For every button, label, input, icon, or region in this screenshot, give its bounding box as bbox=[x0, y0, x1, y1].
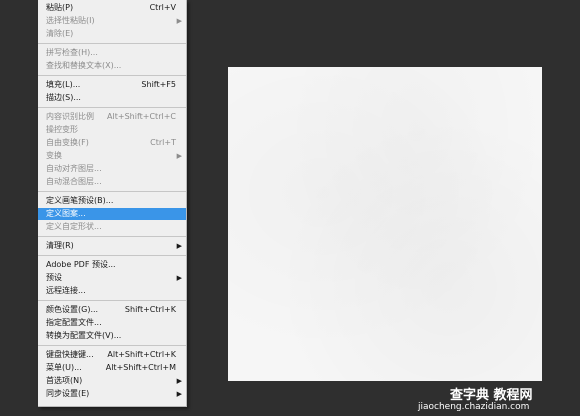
watermark-logo: 查字典 教程网 bbox=[450, 388, 533, 403]
menu-item-shortcut: Shift+F5 bbox=[141, 80, 176, 89]
menu-item-color-settings[interactable]: 颜色设置(G)... Shift+Ctrl+K bbox=[38, 304, 186, 316]
menu-item-paste-special[interactable]: 选择性粘贴(I) ▶ bbox=[38, 15, 186, 27]
menu-item-shortcut: Ctrl+V bbox=[149, 3, 176, 12]
menu-item-label: 操控变形 bbox=[46, 125, 78, 134]
menu-item-shortcut: Alt+Shift+Ctrl+M bbox=[105, 363, 176, 372]
menu-item-fill[interactable]: 填充(L)... Shift+F5 bbox=[38, 79, 186, 91]
menu-item-menus[interactable]: 菜单(U)... Alt+Shift+Ctrl+M bbox=[38, 362, 186, 374]
menu-separator bbox=[38, 75, 186, 76]
submenu-arrow-icon: ▶ bbox=[176, 390, 182, 398]
menu-item-shortcut: Shift+Ctrl+K bbox=[124, 305, 176, 314]
menu-separator bbox=[38, 43, 186, 44]
menu-item-auto-blend-layers[interactable]: 自动混合图层... bbox=[38, 176, 186, 188]
submenu-arrow-icon: ▶ bbox=[176, 377, 182, 385]
menu-separator bbox=[38, 300, 186, 301]
menu-item-label: 粘贴(P) bbox=[46, 3, 74, 12]
menu-item-label: 自动对齐图层... bbox=[46, 164, 102, 173]
menu-separator bbox=[38, 107, 186, 108]
menu-item-presets[interactable]: 预设 ▶ bbox=[38, 272, 186, 284]
menu-item-label: 内容识别比例 bbox=[46, 112, 94, 121]
menu-item-label: 自由变换(F) bbox=[46, 138, 89, 147]
menu-item-transform[interactable]: 变换 ▶ bbox=[38, 150, 186, 162]
menu-item-label: 定义画笔预设(B)... bbox=[46, 196, 114, 205]
menu-item-free-transform[interactable]: 自由变换(F) Ctrl+T bbox=[38, 137, 186, 149]
menu-separator bbox=[38, 236, 186, 237]
menu-item-label: 查找和替换文本(X)... bbox=[46, 61, 122, 70]
menu-item-label: 描边(S)... bbox=[46, 93, 81, 102]
menu-item-find-replace[interactable]: 查找和替换文本(X)... bbox=[38, 60, 186, 72]
menu-separator bbox=[38, 255, 186, 256]
menu-item-sync-settings[interactable]: 同步设置(E) ▶ bbox=[38, 388, 186, 400]
menu-item-label: 远程连接... bbox=[46, 286, 86, 295]
menu-item-label: 菜单(U)... bbox=[46, 363, 82, 372]
menu-item-define-custom-shape[interactable]: 定义自定形状... bbox=[38, 221, 186, 233]
edit-menu: 粘贴(P) Ctrl+V 选择性粘贴(I) ▶ 清除(E) 拼写检查(H)...… bbox=[38, 0, 187, 407]
menu-item-keyboard-shortcuts[interactable]: 键盘快捷键... Alt+Shift+Ctrl+K bbox=[38, 349, 186, 361]
menu-item-label: 定义自定形状... bbox=[46, 222, 102, 231]
menu-item-label: 清除(E) bbox=[46, 29, 74, 38]
menu-item-label: 键盘快捷键... bbox=[46, 350, 94, 359]
menu-item-define-brush-preset[interactable]: 定义画笔预设(B)... bbox=[38, 195, 186, 207]
menu-item-label: 同步设置(E) bbox=[46, 389, 90, 398]
menu-item-shortcut: Alt+Shift+Ctrl+K bbox=[107, 350, 176, 359]
submenu-arrow-icon: ▶ bbox=[176, 17, 182, 25]
menu-item-assign-profile[interactable]: 指定配置文件... bbox=[38, 317, 186, 329]
menu-item-puppet-warp[interactable]: 操控变形 bbox=[38, 124, 186, 136]
menu-item-remote-connections[interactable]: 远程连接... bbox=[38, 285, 186, 297]
menu-item-label: 自动混合图层... bbox=[46, 177, 102, 186]
menu-item-content-aware-scale[interactable]: 内容识别比例 Alt+Shift+Ctrl+C bbox=[38, 111, 186, 123]
menu-item-label: 转换为配置文件(V)... bbox=[46, 331, 122, 340]
menu-item-label: 预设 bbox=[46, 273, 62, 282]
menu-item-convert-to-profile[interactable]: 转换为配置文件(V)... bbox=[38, 330, 186, 342]
menu-item-label: 定义图案... bbox=[46, 209, 86, 218]
menu-item-label: 填充(L)... bbox=[46, 80, 81, 89]
menu-item-stroke[interactable]: 描边(S)... bbox=[38, 92, 186, 104]
document-canvas[interactable] bbox=[228, 67, 542, 381]
menu-item-adobe-pdf-presets[interactable]: Adobe PDF 预设... bbox=[38, 259, 186, 271]
menu-item-label: 选择性粘贴(I) bbox=[46, 16, 95, 25]
menu-item-label: 清理(R) bbox=[46, 241, 74, 250]
menu-item-label: 变换 bbox=[46, 151, 62, 160]
menu-item-clear[interactable]: 清除(E) bbox=[38, 28, 186, 40]
watermark-url: jiaocheng.chazidian.com bbox=[418, 402, 530, 412]
menu-item-label: Adobe PDF 预设... bbox=[46, 260, 116, 269]
submenu-arrow-icon: ▶ bbox=[176, 242, 182, 250]
menu-item-define-pattern[interactable]: 定义图案... bbox=[38, 208, 186, 220]
menu-item-paste[interactable]: 粘贴(P) Ctrl+V bbox=[38, 2, 186, 14]
menu-item-check-spelling[interactable]: 拼写检查(H)... bbox=[38, 47, 186, 59]
menu-item-preferences[interactable]: 首选项(N) ▶ bbox=[38, 375, 186, 387]
menu-item-purge[interactable]: 清理(R) ▶ bbox=[38, 240, 186, 252]
menu-item-label: 指定配置文件... bbox=[46, 318, 102, 327]
menu-item-shortcut: Alt+Shift+Ctrl+C bbox=[107, 112, 176, 121]
menu-separator bbox=[38, 345, 186, 346]
menu-item-shortcut: Ctrl+T bbox=[150, 138, 176, 147]
submenu-arrow-icon: ▶ bbox=[176, 152, 182, 160]
menu-item-label: 拼写检查(H)... bbox=[46, 48, 98, 57]
menu-item-label: 颜色设置(G)... bbox=[46, 305, 99, 314]
submenu-arrow-icon: ▶ bbox=[176, 274, 182, 282]
menu-separator bbox=[38, 191, 186, 192]
menu-item-auto-align-layers[interactable]: 自动对齐图层... bbox=[38, 163, 186, 175]
menu-item-label: 首选项(N) bbox=[46, 376, 83, 385]
